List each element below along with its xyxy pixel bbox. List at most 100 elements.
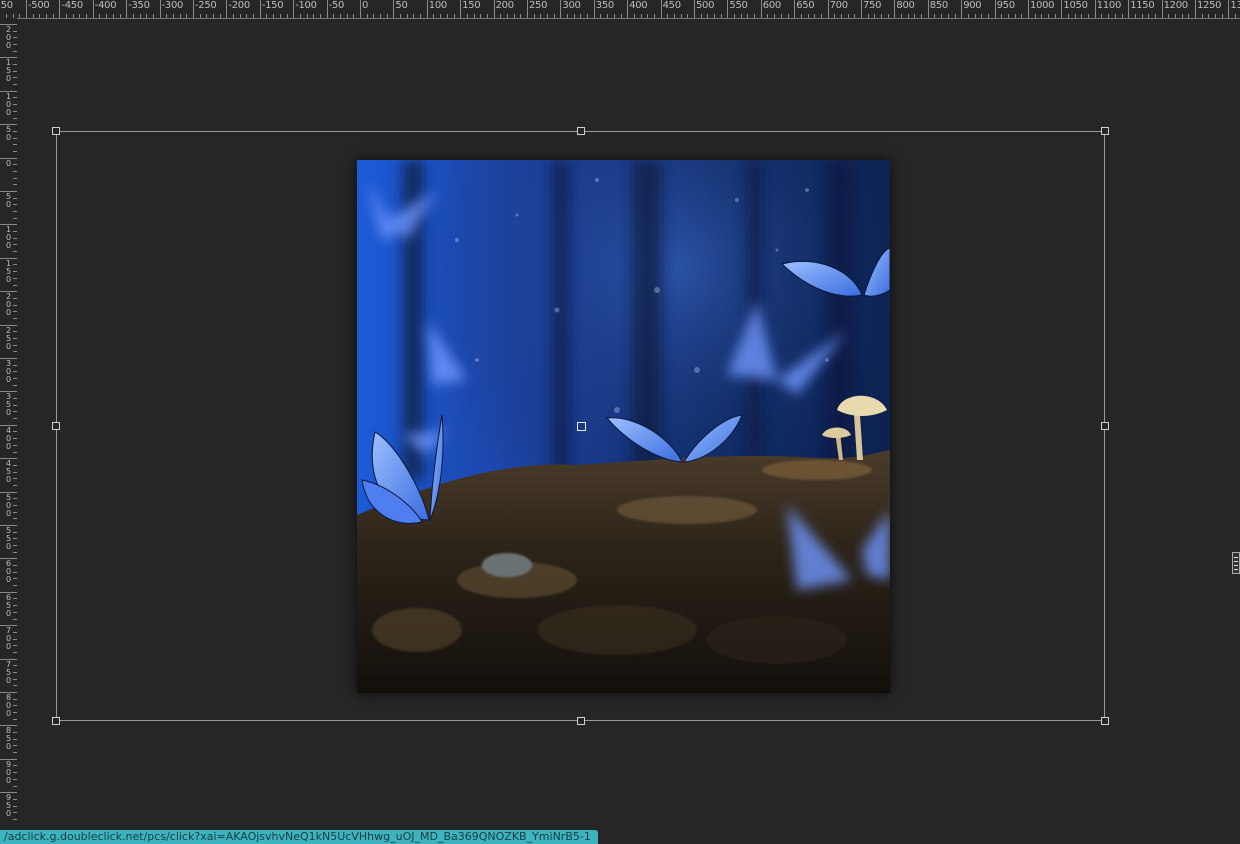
ruler-major-tick (760, 0, 762, 18)
ruler-minor-tick (166, 14, 168, 18)
ruler-major-tick (326, 0, 328, 18)
ruler-label: 1 0 0 (5, 91, 12, 117)
ruler-label: 0 (362, 0, 369, 11)
ruler-label: 1050 (1063, 0, 1088, 11)
ruler-label: 3 5 0 (5, 392, 12, 418)
ruler-minor-tick (520, 14, 522, 18)
ruler-minor-tick (453, 14, 455, 18)
ruler-minor-tick (253, 14, 255, 18)
ruler-minor-tick (620, 14, 622, 18)
ruler-minor-tick (1074, 14, 1076, 18)
ruler-label: 6 5 0 (5, 592, 12, 618)
ruler-minor-tick (513, 14, 515, 18)
ruler-minor-tick (754, 14, 756, 18)
ruler-minor-tick (800, 14, 802, 18)
ruler-major-tick (627, 0, 629, 18)
ruler-minor-tick (767, 14, 769, 18)
ruler-label: -200 (228, 0, 250, 11)
ruler-label: 2 0 0 (5, 292, 12, 318)
ruler-minor-tick (79, 14, 81, 18)
ruler-minor-tick (213, 14, 215, 18)
square-handle-icon[interactable] (1101, 127, 1109, 135)
ruler-label: 9 0 0 (5, 759, 12, 785)
ruler-major-tick (660, 0, 662, 18)
ruler-minor-tick (119, 14, 121, 18)
square-handle-icon[interactable] (52, 127, 60, 135)
ruler-label: 9 5 0 (5, 793, 12, 819)
ruler-minor-tick (854, 14, 856, 18)
ruler-minor-tick (46, 14, 48, 18)
ruler-minor-tick (700, 14, 702, 18)
ruler-major-tick (1128, 0, 1130, 18)
ruler-minor-tick (974, 14, 976, 18)
ruler-minor-tick (540, 14, 542, 18)
ruler-minor-tick (934, 14, 936, 18)
ruler-minor-tick (734, 14, 736, 18)
ruler-minor-tick (333, 14, 335, 18)
square-handle-icon[interactable] (577, 127, 585, 135)
ruler-label: 1 0 0 (5, 225, 12, 251)
ruler-minor-tick (967, 14, 969, 18)
ruler-minor-tick (1041, 14, 1043, 18)
square-handle-icon[interactable] (1101, 422, 1109, 430)
ruler-minor-tick (1114, 14, 1116, 18)
ruler-minor-tick (266, 14, 268, 18)
ruler-minor-tick (1034, 14, 1036, 18)
square-handle-icon[interactable] (52, 717, 60, 725)
ruler-label: -500 (28, 0, 50, 11)
ruler-minor-tick (32, 14, 34, 18)
ruler-minor-tick (600, 14, 602, 18)
ruler-label: 450 (662, 0, 681, 11)
ruler-label: 5 0 (5, 125, 12, 143)
ruler-label: 2 5 0 (5, 325, 12, 351)
ruler-minor-tick (673, 14, 675, 18)
ruler-label: 4 5 0 (5, 459, 12, 485)
ruler-label: 1000 (1030, 0, 1055, 11)
center-point-icon[interactable] (577, 422, 586, 431)
ruler-minor-tick (313, 14, 315, 18)
ruler-major-tick (894, 0, 896, 18)
ruler-minor-tick (680, 14, 682, 18)
ruler-minor-tick (466, 14, 468, 18)
square-handle-icon[interactable] (52, 422, 60, 430)
ruler-minor-tick (339, 14, 341, 18)
ruler-label: 5 0 0 (5, 492, 12, 518)
ruler-label: -50 (328, 0, 345, 11)
ruler-minor-tick (319, 14, 321, 18)
ruler-minor-tick (1221, 14, 1223, 18)
collapse-panel-icon[interactable] (1232, 552, 1240, 574)
ruler-minor-tick (981, 14, 983, 18)
square-handle-icon[interactable] (577, 717, 585, 725)
ruler-minor-tick (553, 14, 555, 18)
ruler-minor-tick (413, 14, 415, 18)
ruler-label: -300 (161, 0, 184, 11)
ruler-major-tick (26, 0, 27, 18)
ruler-minor-tick (740, 14, 742, 18)
ruler-label: 400 (629, 0, 648, 11)
ruler-label: 5 0 (5, 192, 12, 209)
square-handle-icon[interactable] (1101, 717, 1109, 725)
ruler-minor-tick (580, 14, 582, 18)
horizontal-ruler[interactable]: 550-500-450-400-350-300-250-200-150-100-… (0, 0, 1240, 19)
ruler-major-tick (1161, 0, 1163, 18)
ruler-minor-tick (353, 14, 355, 18)
ruler-major-tick (527, 0, 528, 18)
ruler-major-tick (393, 0, 395, 18)
ruler-major-tick (593, 0, 595, 18)
ruler-minor-tick (587, 14, 589, 18)
ruler-minor-tick (1054, 14, 1056, 18)
ruler-label: 950 (996, 0, 1015, 11)
ruler-major-tick (727, 0, 729, 18)
ruler-minor-tick (386, 14, 388, 18)
ruler-major-tick (493, 0, 495, 18)
ruler-major-tick (1195, 0, 1196, 18)
ruler-minor-tick (774, 14, 776, 18)
ruler-label: -100 (295, 0, 317, 11)
ruler-label: 750 (863, 0, 882, 11)
vertical-ruler[interactable]: 2 0 0 1 5 0 1 0 0 5 0 0 5 0 1 0 0 1 5 0 2 0 0 2 5… (0, 18, 18, 844)
ruler-label: -350 (128, 0, 150, 11)
ruler-major-tick (460, 0, 462, 18)
ruler-minor-tick (567, 14, 569, 18)
ruler-minor-tick (640, 14, 642, 18)
ruler-major-tick (961, 0, 963, 18)
